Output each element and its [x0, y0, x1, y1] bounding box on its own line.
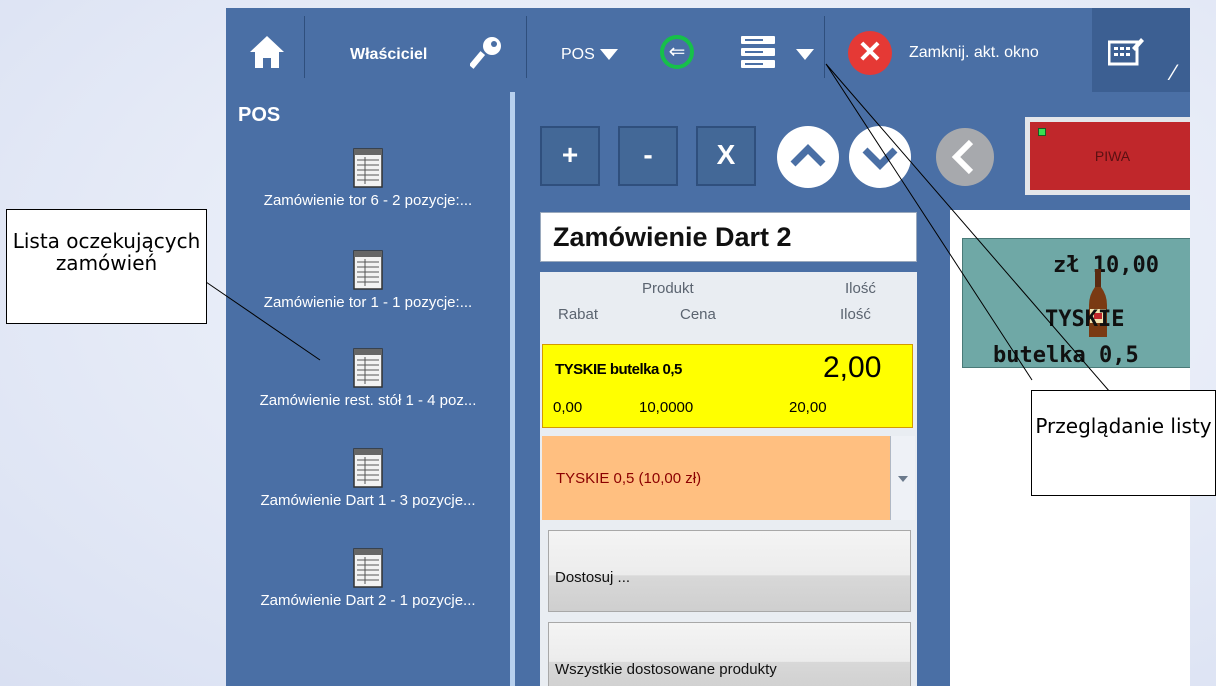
owner-label[interactable]: Właściciel: [350, 46, 427, 64]
order-item[interactable]: Zamówienie rest. stół 1 - 4 poz...: [226, 348, 510, 409]
order-item-label: Zamówienie Dart 1 - 3 pozycje...: [260, 492, 476, 509]
order-panel: + - X PIWA Zamówienie Dart 2 Produkt Ilo…: [515, 92, 1190, 686]
variant-select-value: TYSKIE 0,5 (10,00 zł): [556, 470, 702, 487]
customize-button[interactable]: Dostosuj ...: [548, 530, 911, 612]
pos-application: Właściciel POS ⇐ ✕ Zamknij. akt. okno ⁄ …: [226, 8, 1190, 686]
customize-label: Dostosuj ...: [555, 569, 631, 586]
chevron-up-icon: [790, 144, 826, 167]
item-discount: 0,00: [553, 399, 583, 416]
order-item-row[interactable]: TYSKIE butelka 0,5 2,00 0,00 10,0000 20,…: [542, 344, 913, 428]
scroll-up-button[interactable]: [777, 126, 839, 188]
category-label: PIWA: [1094, 148, 1131, 164]
callout-pending-orders: Lista oczekujących zamówień: [6, 209, 207, 324]
item-price: 10,0000: [639, 399, 694, 416]
pending-orders-sidebar: POS Zamówienie tor 6 - 2 pozycje:... Zam…: [226, 92, 510, 686]
subtract-quantity-button[interactable]: -: [618, 126, 678, 186]
chevron-left-icon: [951, 139, 974, 175]
item-quantity: 2,00: [823, 351, 882, 384]
callout-pending-orders-text: Lista oczekujących zamówień: [12, 229, 201, 275]
order-item-label: Zamówienie tor 1 - 1 pozycje:...: [263, 294, 473, 311]
item-name: TYSKIE butelka 0,5: [555, 361, 682, 378]
column-header-quantity-2: Ilość: [840, 306, 871, 323]
order-document-icon: [353, 548, 383, 588]
toolbar-separator: [824, 16, 825, 78]
toolbar-separator: [304, 16, 305, 78]
item-total: 20,00: [789, 399, 827, 416]
category-button-piwa[interactable]: PIWA: [1025, 117, 1190, 195]
product-tile-tyskie[interactable]: zł 10,00 TYSKIE butelka 0,5: [962, 238, 1190, 368]
top-toolbar: Właściciel POS ⇐ ✕ Zamknij. akt. okno ⁄: [226, 8, 1190, 92]
pos-menu-label[interactable]: POS: [561, 46, 595, 64]
status-indicator-icon: [1038, 128, 1046, 136]
add-quantity-button[interactable]: +: [540, 126, 600, 186]
all-customized-products-button[interactable]: Wszystkie dostosowane produkty: [548, 622, 911, 686]
delete-item-button[interactable]: X: [696, 126, 756, 186]
product-variant-select[interactable]: TYSKIE 0,5 (10,00 zł): [542, 436, 915, 520]
order-item-label: Zamówienie rest. stół 1 - 4 poz...: [259, 392, 477, 409]
order-item[interactable]: Zamówienie Dart 2 - 1 pozycje...: [226, 548, 510, 609]
order-item-label: Zamówienie tor 6 - 2 pozycje:...: [263, 192, 473, 209]
key-icon[interactable]: [468, 34, 504, 75]
back-arrow-icon[interactable]: ⇐: [660, 35, 694, 69]
toolbar-separator: [526, 16, 527, 78]
pos-dropdown-arrow-icon[interactable]: [600, 49, 618, 60]
overflow-icon: ⁄: [1172, 60, 1176, 85]
order-item-label: Zamówienie Dart 2 - 1 pozycje...: [260, 592, 476, 609]
home-icon[interactable]: [248, 34, 286, 75]
order-list-icon[interactable]: [740, 34, 778, 75]
category-back-button[interactable]: [936, 128, 994, 186]
order-document-icon: [353, 448, 383, 488]
order-document-icon: [353, 348, 383, 388]
column-header-quantity: Ilość: [845, 280, 876, 297]
order-document-icon: [353, 148, 383, 188]
order-item[interactable]: Zamówienie tor 1 - 1 pozycje:...: [226, 250, 510, 311]
list-browse-dropdown-icon[interactable]: [796, 49, 814, 60]
order-name-value: Zamówienie Dart 2: [553, 222, 792, 252]
order-items-grid: Produkt Ilość Rabat Cena Ilość TYSKIE bu…: [540, 272, 917, 686]
all-customized-label: Wszystkie dostosowane produkty: [555, 661, 777, 678]
order-document-icon: [353, 250, 383, 290]
order-name-field[interactable]: Zamówienie Dart 2: [540, 212, 917, 262]
order-item[interactable]: Zamówienie tor 6 - 2 pozycje:...: [226, 148, 510, 209]
sidebar-title: POS: [238, 104, 281, 126]
column-header-product: Produkt: [642, 280, 694, 297]
column-header-price: Cena: [680, 306, 716, 323]
column-header-discount: Rabat: [558, 306, 599, 323]
order-item[interactable]: Zamówienie Dart 1 - 3 pozycje...: [226, 448, 510, 509]
dropdown-arrow-icon[interactable]: [890, 436, 915, 520]
product-name: TYSKIE: [1045, 307, 1125, 332]
callout-browse-list-text: Przeglądanie listy: [1035, 414, 1212, 438]
close-window-label[interactable]: Zamknij. akt. okno: [909, 44, 1039, 62]
product-size: butelka 0,5: [993, 343, 1139, 368]
scroll-down-button[interactable]: [849, 126, 911, 188]
close-window-icon[interactable]: ✕: [848, 31, 892, 75]
callout-browse-list: Przeglądanie listy: [1031, 390, 1216, 496]
chevron-down-icon: [862, 147, 898, 170]
keyboard-edit-icon[interactable]: [1107, 36, 1144, 73]
